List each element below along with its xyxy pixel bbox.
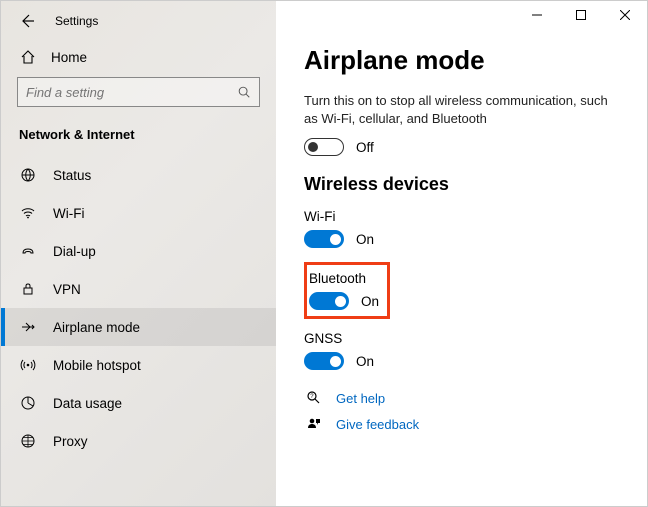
airplane-toggle-label: Off — [356, 140, 374, 155]
app-title: Settings — [55, 14, 98, 28]
vpn-icon — [19, 281, 37, 297]
wireless-heading: Wireless devices — [304, 174, 619, 195]
globe-icon — [19, 167, 37, 183]
wifi-icon — [19, 205, 37, 221]
feedback-link[interactable]: Give feedback — [304, 416, 619, 432]
home-label: Home — [51, 50, 87, 65]
data-icon — [19, 395, 37, 411]
feedback-icon — [304, 416, 324, 432]
section-title: Network & Internet — [1, 121, 276, 156]
sidebar: Settings Home Network & Internet Status — [1, 1, 276, 506]
proxy-icon — [19, 433, 37, 449]
search-icon — [237, 85, 251, 99]
nav-airplane[interactable]: Airplane mode — [1, 308, 276, 346]
nav-vpn[interactable]: VPN — [1, 270, 276, 308]
maximize-button[interactable] — [559, 1, 603, 29]
wifi-device: Wi-Fi On — [304, 209, 619, 248]
nav-hotspot[interactable]: Mobile hotspot — [1, 346, 276, 384]
main-content: Airplane mode Turn this on to stop all w… — [276, 1, 647, 506]
nav-wifi[interactable]: Wi-Fi — [1, 194, 276, 232]
gnss-toggle[interactable] — [304, 352, 344, 370]
home-icon — [19, 49, 37, 65]
help-icon: ? — [304, 390, 324, 406]
gnss-device: GNSS On — [304, 331, 619, 370]
bluetooth-toggle[interactable] — [309, 292, 349, 310]
wifi-toggle[interactable] — [304, 230, 344, 248]
back-button[interactable] — [15, 9, 39, 33]
minimize-button[interactable] — [515, 1, 559, 29]
search-input[interactable] — [17, 77, 260, 107]
close-button[interactable] — [603, 1, 647, 29]
nav-proxy[interactable]: Proxy — [1, 422, 276, 460]
page-description: Turn this on to stop all wireless commun… — [304, 92, 619, 128]
get-help-link[interactable]: ? Get help — [304, 390, 619, 406]
nav-status[interactable]: Status — [1, 156, 276, 194]
home-nav[interactable]: Home — [1, 41, 276, 77]
highlight-annotation: Bluetooth On — [304, 262, 390, 319]
nav-dialup[interactable]: Dial-up — [1, 232, 276, 270]
dialup-icon — [19, 243, 37, 259]
nav-datausage[interactable]: Data usage — [1, 384, 276, 422]
airplane-icon — [19, 319, 37, 335]
airplane-toggle[interactable] — [304, 138, 344, 156]
hotspot-icon — [19, 357, 37, 373]
